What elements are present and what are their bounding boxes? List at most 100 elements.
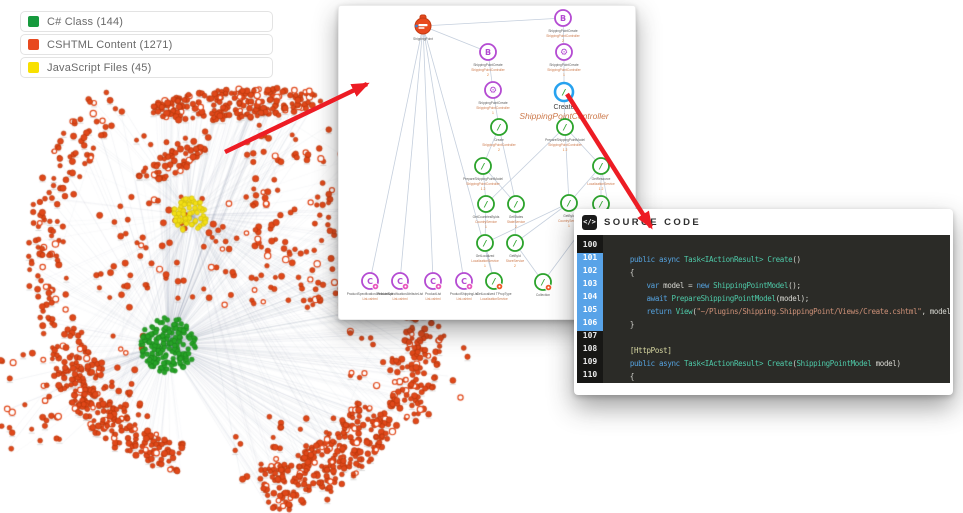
- code-line-105: 105 return View("~/Plugins/Shipping.Ship…: [577, 305, 950, 318]
- line-number[interactable]: 106: [577, 318, 603, 331]
- node-label: LocalizationService: [480, 297, 508, 301]
- line-number[interactable]: 107: [577, 331, 603, 344]
- node-label: List.cshtml: [456, 297, 471, 301]
- node-label: ShippingPointController: [482, 143, 516, 147]
- graph-node-GetLocalized TPropType[interactable]: /: [486, 273, 503, 290]
- graph-edge: [370, 26, 423, 281]
- node-label: Collection: [536, 293, 550, 297]
- app-canvas: C# Class (144) CSHTML Content (1271) Jav…: [0, 0, 963, 513]
- line-number[interactable]: 109: [577, 357, 603, 370]
- node-label: ProductList: [425, 292, 441, 296]
- node-label: ShippingPointController: [471, 68, 505, 72]
- cshtml-content-swatch: [28, 39, 39, 50]
- node-label: List.cshtml: [425, 297, 440, 301]
- node-label: 2: [487, 73, 489, 77]
- node-label: ShippingPointController: [546, 34, 580, 38]
- graph-node-ShippingPointCreate[interactable]: B: [480, 44, 496, 60]
- code-line-102: 102 {: [577, 266, 950, 279]
- line-number[interactable]: 105: [577, 305, 603, 318]
- graph-node-GetStates[interactable]: /: [508, 196, 524, 212]
- node-label: 2: [515, 225, 517, 229]
- graph-node-ProductSpecificationAttributeAdd[interactable]: C: [362, 273, 379, 290]
- node-label: ShippingPointController: [476, 106, 510, 110]
- graph-node-ShippingPoint[interactable]: [415, 15, 431, 34]
- graph-node-GetById[interactable]: /: [561, 195, 577, 211]
- graph-node-Create[interactable]: /: [491, 119, 507, 135]
- node-label: ShippingPointCreate: [473, 63, 502, 67]
- node-label: ShippingPointController: [548, 143, 582, 147]
- node-label: ShippingPointController: [466, 182, 500, 186]
- code-line-108: 108 [HttpPost]: [577, 344, 950, 357]
- node-label: PrepareShippingPointModel: [463, 177, 503, 181]
- graph-edge: [423, 26, 464, 281]
- legend: C# Class (144) CSHTML Content (1271) Jav…: [20, 11, 273, 80]
- source-code-header: </> SOURCE CODE: [577, 209, 950, 235]
- line-number[interactable]: 108: [577, 344, 603, 357]
- node-label: LocalizationService: [587, 182, 615, 186]
- node-label: Create: [494, 138, 504, 142]
- graph-node-GetById[interactable]: /: [507, 235, 523, 251]
- graph-node-PrepareShippingPointModel[interactable]: /: [475, 158, 491, 174]
- node-label: 1: [485, 225, 487, 229]
- line-number[interactable]: 110: [577, 370, 603, 383]
- graph-node-ProductSpecificationAttributeList[interactable]: C: [392, 273, 409, 290]
- source-code-title: SOURCE CODE: [604, 217, 701, 228]
- graph-node-ProductList[interactable]: C: [425, 273, 442, 290]
- node-label: 1 2: [481, 187, 486, 191]
- code-editor[interactable]: 100101 public async Task<IActionResult> …: [577, 235, 950, 383]
- line-number[interactable]: 100: [577, 240, 603, 253]
- code-line-109: 109 public async Task<IActionResult> Cre…: [577, 357, 950, 370]
- line-number[interactable]: 103: [577, 279, 603, 292]
- svg-text:C: C: [397, 277, 403, 286]
- code-line-104: 104 await PrepareShippingPointModel(mode…: [577, 292, 950, 305]
- node-label: ShippingPointCreate: [549, 63, 578, 67]
- code-line-107: 107: [577, 331, 950, 344]
- line-number[interactable]: 102: [577, 266, 603, 279]
- graph-node-ProductShippingList[interactable]: C: [456, 273, 473, 290]
- source-code-panel: </> SOURCE CODE 100101 public async Task…: [574, 209, 953, 395]
- node-label: 1: [492, 111, 494, 115]
- code-icon: </>: [582, 215, 597, 230]
- node-label: ShippingPointCreate: [478, 101, 507, 105]
- graph-node-GetLocalized[interactable]: /: [477, 235, 493, 251]
- graph-node-GetCountriesByIds[interactable]: /: [478, 196, 494, 212]
- line-number[interactable]: 104: [577, 292, 603, 305]
- code-line-100: 100: [577, 240, 950, 253]
- code-line-106: 106 }: [577, 318, 950, 331]
- graph-node-Create[interactable]: /: [555, 83, 573, 101]
- node-label: 1: [484, 264, 486, 268]
- node-label: StateService: [507, 220, 525, 224]
- graph-node-Collection[interactable]: /: [535, 274, 552, 291]
- line-number[interactable]: 101: [577, 253, 603, 266]
- node-label: 2: [562, 39, 564, 43]
- node-label: Create: [553, 104, 574, 111]
- node-label: GetStates: [509, 215, 524, 219]
- graph-node-PrepareShippingPointModel[interactable]: /: [557, 119, 573, 135]
- node-label: ShippingPointController: [547, 68, 581, 72]
- csharp-class-swatch: [28, 16, 39, 27]
- node-label: GetCountriesByIds: [473, 215, 500, 219]
- graph-node-ShippingPointCreate[interactable]: ⚙: [556, 44, 572, 60]
- graph-edge: [400, 26, 423, 281]
- graph-node-ShippingPointCreate[interactable]: ⚙: [485, 82, 501, 98]
- legend-item-javascript-files[interactable]: JavaScript Files (45): [20, 57, 273, 78]
- svg-text:⚙: ⚙: [560, 48, 568, 58]
- node-label: List.cshtml: [392, 297, 407, 301]
- node-label: StoreService: [506, 259, 524, 263]
- legend-item-csharp-class[interactable]: C# Class (144): [20, 11, 273, 32]
- node-label: 1 2: [563, 148, 568, 152]
- legend-label: C# Class (144): [47, 16, 123, 28]
- graph-node-ShippingPointCreate[interactable]: B: [555, 10, 571, 26]
- node-label: 1: [563, 73, 565, 77]
- node-label: ShippingPoint: [413, 37, 433, 41]
- svg-text:B: B: [485, 48, 491, 57]
- legend-item-cshtml-content[interactable]: CSHTML Content (1271): [20, 34, 273, 55]
- node-label: 2: [514, 264, 516, 268]
- node-label: GetLocalized TPropType: [476, 292, 511, 296]
- node-label: GetLocalized: [476, 254, 495, 258]
- graph-edge: [423, 26, 433, 281]
- graph-node-GetResource[interactable]: /: [593, 158, 609, 174]
- svg-text:C: C: [461, 277, 467, 286]
- node-label: GetById: [509, 254, 521, 258]
- node-label: PrepareShippingPointModel: [545, 138, 585, 142]
